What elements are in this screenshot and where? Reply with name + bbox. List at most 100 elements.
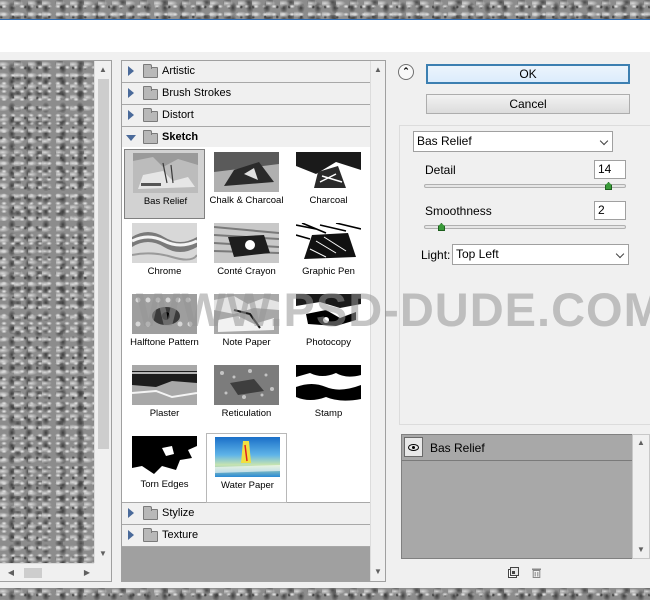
eye-icon	[408, 444, 419, 451]
detail-input[interactable]: 14	[594, 160, 626, 179]
category-label: Artistic	[162, 65, 195, 77]
detail-slider-track[interactable]	[424, 184, 626, 188]
gallery-empty-area	[122, 547, 370, 581]
category-brush-strokes[interactable]: Brush Strokes	[122, 83, 370, 105]
filter-label: Graphic Pen	[302, 266, 355, 277]
effect-layer-row[interactable]: Bas Relief	[402, 435, 633, 461]
preview-vertical-scroll-thumb[interactable]	[98, 79, 109, 449]
scroll-down-arrow-icon[interactable]: ▼	[634, 543, 648, 557]
filter-thumb-chrome[interactable]: Chrome	[124, 220, 205, 290]
preview-horizontal-scrollbar[interactable]: ◀ ▶	[0, 563, 94, 581]
layers-vertical-scrollbar[interactable]: ▲ ▼	[632, 434, 650, 559]
water-paper-thumbnail	[215, 437, 280, 477]
chrome-thumbnail	[132, 223, 197, 263]
new-layer-icon[interactable]	[508, 567, 519, 578]
category-texture[interactable]: Texture	[122, 525, 370, 547]
folder-icon	[143, 528, 158, 542]
filter-thumb-water-paper[interactable]: Water Paper	[206, 433, 287, 503]
scroll-up-arrow-icon[interactable]: ▲	[96, 63, 110, 77]
scroll-up-arrow-icon[interactable]: ▲	[634, 436, 648, 450]
filter-thumb-charcoal[interactable]: Charcoal	[288, 149, 369, 219]
filter-label: Halftone Pattern	[130, 337, 199, 348]
filter-label: Bas Relief	[143, 196, 188, 207]
expand-arrow-icon[interactable]	[128, 66, 134, 76]
filter-label: Plaster	[149, 408, 180, 419]
filter-thumb-stamp[interactable]: Stamp	[288, 362, 369, 432]
collapse-arrow-icon[interactable]	[126, 135, 136, 141]
effect-layer-label: Bas Relief	[430, 441, 485, 455]
light-direction-value: Top Left	[456, 247, 499, 261]
light-direction-dropdown[interactable]: Top Left	[452, 244, 629, 265]
preview-vertical-scrollbar[interactable]: ▲ ▼	[94, 61, 111, 563]
category-label: Sketch	[162, 131, 199, 143]
scroll-down-arrow-icon[interactable]: ▼	[96, 547, 110, 561]
category-sketch[interactable]: Sketch	[122, 127, 370, 149]
gallery-vertical-scrollbar[interactable]: ▲ ▼	[370, 61, 385, 581]
filter-label: Chrome	[147, 266, 182, 277]
filter-label: Stamp	[314, 408, 343, 419]
filter-label: Chalk & Charcoal	[209, 195, 284, 206]
background-texture-bottom	[0, 588, 650, 600]
filter-thumb-reticulation[interactable]: Reticulation	[206, 362, 287, 432]
filter-label: Charcoal	[309, 195, 348, 206]
chevron-down-icon	[599, 136, 609, 146]
filter-gallery-dialog: ▲ ▼ ◀ ▶ Artistic Brush Strokes Distort S…	[0, 20, 650, 588]
filter-label: Torn Edges	[140, 479, 189, 490]
category-label: Brush Strokes	[162, 87, 232, 99]
filter-label: Photocopy	[306, 337, 351, 348]
chevron-down-icon	[615, 249, 625, 259]
plaster-thumbnail	[132, 365, 197, 405]
photocopy-thumbnail	[296, 294, 361, 334]
expand-arrow-icon[interactable]	[128, 88, 134, 98]
scroll-up-arrow-icon[interactable]: ▲	[371, 63, 385, 77]
detail-label: Detail	[425, 163, 456, 177]
expand-arrow-icon[interactable]	[128, 110, 134, 120]
expand-arrow-icon[interactable]	[128, 508, 134, 518]
collapse-chevron-icon[interactable]: ⌃	[398, 64, 414, 80]
filter-select-value: Bas Relief	[417, 134, 472, 148]
dialog-title-area	[0, 20, 650, 52]
category-stylize[interactable]: Stylize	[122, 503, 370, 525]
filter-select-dropdown[interactable]: Bas Relief	[413, 131, 613, 152]
preview-horizontal-scroll-thumb[interactable]	[24, 568, 42, 578]
filter-thumb-halftone-pattern[interactable]: Halftone Pattern	[124, 291, 205, 361]
filter-label: Note Paper	[222, 337, 271, 348]
background-texture-top	[0, 0, 650, 20]
effect-layers-panel: Bas Relief	[401, 434, 634, 559]
filter-thumb-photocopy[interactable]: Photocopy	[288, 291, 369, 361]
layer-visibility-toggle[interactable]	[404, 437, 423, 457]
filter-thumb-chalk-charcoal[interactable]: Chalk & Charcoal	[206, 149, 287, 219]
preview-pane[interactable]: ▲ ▼ ◀ ▶	[0, 60, 112, 582]
folder-icon	[143, 64, 158, 78]
cancel-button[interactable]: Cancel	[426, 94, 630, 114]
filter-thumb-note-paper[interactable]: Note Paper	[206, 291, 287, 361]
filter-thumb-graphic-pen[interactable]: Graphic Pen	[288, 220, 369, 290]
category-label: Texture	[162, 529, 199, 541]
preview-image[interactable]	[0, 61, 94, 563]
bas-relief-thumbnail	[133, 153, 198, 193]
filter-thumb-conte-crayon[interactable]: Conté Crayon	[206, 220, 287, 290]
scroll-down-arrow-icon[interactable]: ▼	[371, 565, 385, 579]
filter-label: Reticulation	[221, 408, 272, 419]
ok-button[interactable]: OK	[426, 64, 630, 84]
category-label: Distort	[162, 109, 194, 121]
scroll-right-arrow-icon[interactable]: ▶	[80, 566, 94, 580]
category-label: Stylize	[162, 507, 195, 519]
folder-icon	[143, 108, 158, 122]
reticulation-thumbnail	[214, 365, 279, 405]
category-distort[interactable]: Distort	[122, 105, 370, 127]
scroll-left-arrow-icon[interactable]: ◀	[4, 566, 18, 580]
filter-thumb-bas-relief[interactable]: Bas Relief	[124, 149, 205, 219]
smoothness-input[interactable]: 2	[594, 201, 626, 220]
expand-arrow-icon[interactable]	[128, 530, 134, 540]
filter-category-list: Artistic Brush Strokes Distort Sketch Ba…	[122, 61, 370, 581]
conte-crayon-thumbnail	[214, 223, 279, 263]
sketch-filter-grid: Bas Relief Chalk & Charcoal Charcoal Chr…	[122, 147, 370, 503]
trash-icon[interactable]	[531, 567, 542, 578]
filter-thumb-torn-edges[interactable]: Torn Edges	[124, 433, 205, 503]
smoothness-slider-track[interactable]	[424, 225, 626, 229]
graphic-pen-thumbnail	[296, 223, 361, 263]
filter-thumb-plaster[interactable]: Plaster	[124, 362, 205, 432]
category-artistic[interactable]: Artistic	[122, 61, 370, 83]
filter-gallery-list: Artistic Brush Strokes Distort Sketch Ba…	[121, 60, 386, 582]
